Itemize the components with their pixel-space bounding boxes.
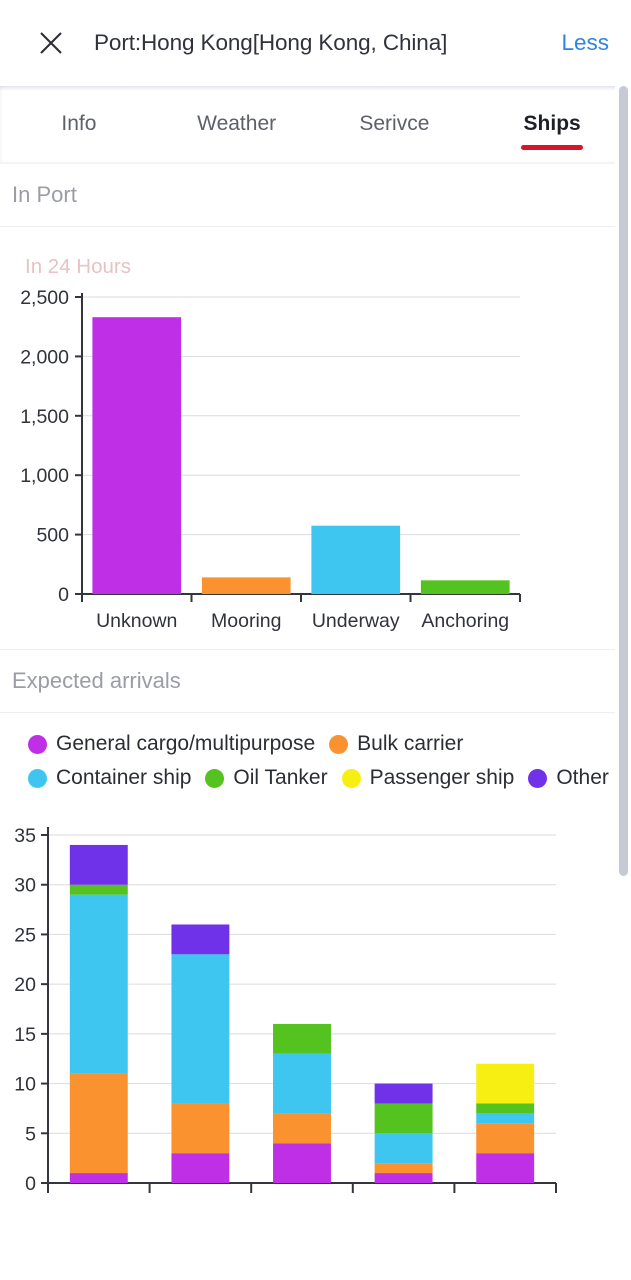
legend-label: General cargo/multipurpose bbox=[56, 732, 316, 755]
svg-text:0: 0 bbox=[25, 1173, 36, 1195]
svg-text:0: 0 bbox=[58, 584, 69, 606]
svg-text:1,500: 1,500 bbox=[20, 406, 69, 428]
svg-text:35: 35 bbox=[14, 825, 36, 847]
legend-item-container-ship[interactable]: Container ship bbox=[28, 766, 191, 790]
tab-active-underline bbox=[521, 145, 584, 150]
svg-text:25: 25 bbox=[14, 924, 36, 946]
stacked-bar-3[interactable] bbox=[374, 1083, 433, 1183]
legend-item-other[interactable]: Other bbox=[528, 766, 609, 790]
section-title-in-port: In Port bbox=[12, 182, 77, 207]
legend-label: Passenger ship bbox=[369, 766, 515, 789]
tab-ships[interactable]: Ships bbox=[473, 86, 631, 164]
tab-service-label: Serivce bbox=[359, 112, 430, 135]
legend-label: Other bbox=[556, 766, 609, 789]
chart-in-24-hours: 0 500 1,000 1,500 2,000 2,500 Unknown Mooring Un… bbox=[0, 279, 631, 649]
legend-dot-icon bbox=[341, 768, 361, 788]
legend-dot-icon bbox=[528, 768, 548, 788]
legend-dot-icon bbox=[205, 768, 225, 788]
app-header: Port:Hong Kong[Hong Kong, China] Less bbox=[0, 0, 631, 86]
chart-expected-arrivals: 0 5 10 15 20 25 30 35 bbox=[0, 805, 631, 1197]
scrollbar-thumb[interactable] bbox=[619, 86, 628, 876]
less-toggle-link[interactable]: Less bbox=[551, 30, 609, 56]
in-port-chart-card: In 24 Hours 0 500 1,000 1,500 2,000 2,500 Unkn… bbox=[0, 227, 631, 649]
legend-dot-icon bbox=[28, 768, 47, 788]
page-title: Port:Hong Kong[Hong Kong, China] bbox=[94, 30, 448, 55]
tab-service[interactable]: Serivce bbox=[316, 86, 474, 164]
legend-label: Container ship bbox=[56, 766, 192, 789]
vertical-scrollbar[interactable] bbox=[615, 86, 631, 1280]
legend-label: Bulk carrier bbox=[357, 732, 464, 755]
svg-text:5: 5 bbox=[25, 1123, 36, 1145]
legend-row: General cargo/multipurpose Bulk carrier bbox=[28, 727, 631, 761]
legend-dot-icon bbox=[28, 734, 47, 754]
svg-text:15: 15 bbox=[14, 1024, 36, 1046]
x-axis-label: Unknown bbox=[96, 610, 177, 632]
section-header-in-port: In Port bbox=[0, 164, 631, 226]
stacked-bar-1[interactable] bbox=[171, 924, 230, 1183]
legend-dot-icon bbox=[329, 734, 349, 754]
tab-weather[interactable]: Weather bbox=[158, 86, 316, 164]
x-axis-label: Anchoring bbox=[421, 610, 509, 632]
x-axis-label: Underway bbox=[312, 610, 400, 632]
tab-ships-label: Ships bbox=[523, 112, 581, 135]
svg-text:2,000: 2,000 bbox=[20, 346, 69, 368]
bar-underway[interactable] bbox=[311, 525, 401, 594]
close-icon[interactable] bbox=[34, 26, 68, 60]
svg-text:20: 20 bbox=[14, 974, 36, 996]
tab-info[interactable]: Info bbox=[0, 86, 158, 164]
chart-legend: General cargo/multipurpose Bulk carrier … bbox=[0, 713, 631, 805]
legend-item-general-cargo[interactable]: General cargo/multipurpose bbox=[28, 732, 315, 756]
legend-label: Oil Tanker bbox=[233, 766, 328, 789]
svg-text:10: 10 bbox=[14, 1074, 36, 1096]
section-header-expected-arrivals: Expected arrivals bbox=[0, 650, 631, 712]
tab-weather-label: Weather bbox=[197, 112, 277, 135]
legend-item-passenger-ship[interactable]: Passenger ship bbox=[341, 766, 515, 790]
bar-unknown[interactable] bbox=[92, 317, 182, 594]
section-title-expected-arrivals: Expected arrivals bbox=[12, 668, 181, 693]
svg-text:500: 500 bbox=[36, 525, 69, 547]
legend-item-oil-tanker[interactable]: Oil Tanker bbox=[205, 766, 328, 790]
bar-mooring[interactable] bbox=[201, 577, 291, 594]
stacked-bar-2[interactable] bbox=[273, 1023, 331, 1183]
legend-row: Container ship Oil Tanker Passenger ship… bbox=[28, 761, 631, 795]
stacked-bar-0[interactable] bbox=[69, 844, 128, 1183]
svg-text:1,000: 1,000 bbox=[20, 465, 69, 487]
chart-title-in-24-hours: In 24 Hours bbox=[25, 255, 131, 278]
tab-info-label: Info bbox=[61, 112, 97, 135]
svg-text:30: 30 bbox=[14, 875, 36, 897]
bar-anchoring[interactable] bbox=[420, 580, 510, 594]
legend-item-bulk-carrier[interactable]: Bulk carrier bbox=[329, 732, 463, 756]
svg-text:2,500: 2,500 bbox=[20, 287, 69, 309]
tab-bar: Info Weather Serivce Ships bbox=[0, 86, 631, 164]
stacked-bar-4[interactable] bbox=[476, 1063, 535, 1183]
x-axis-label: Mooring bbox=[211, 610, 281, 632]
